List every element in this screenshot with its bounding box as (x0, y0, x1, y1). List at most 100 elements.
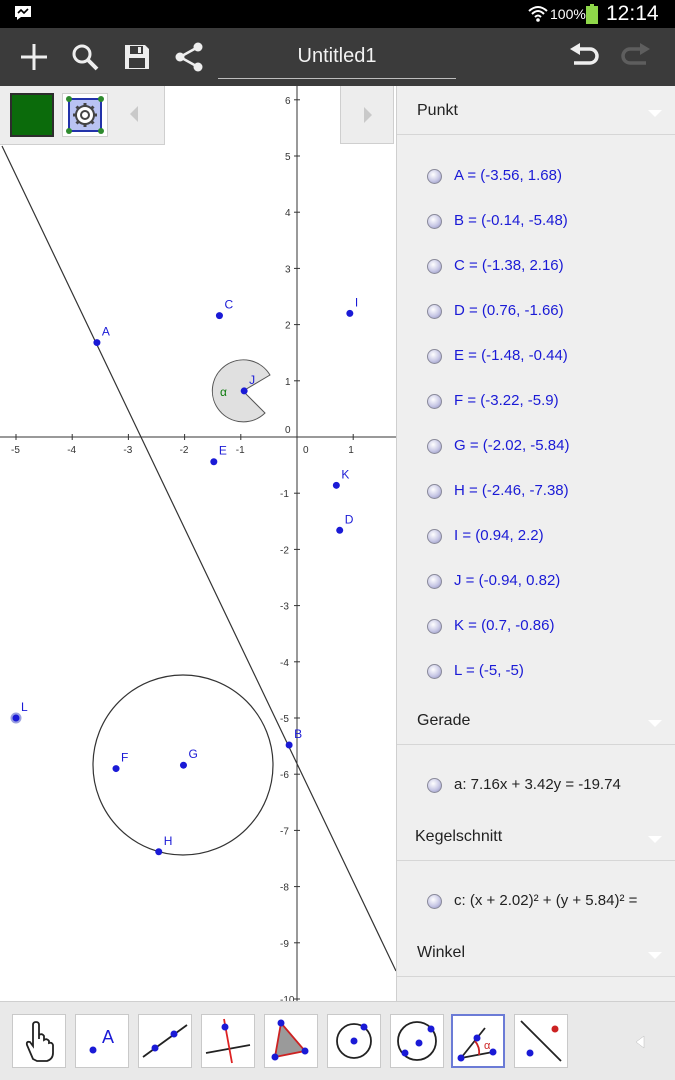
point-definition: C = (-1.38, 2.16) (454, 257, 564, 274)
redo-button[interactable] (615, 36, 657, 78)
visibility-toggle[interactable] (427, 394, 442, 409)
app-toolbar: Untitled1 (0, 28, 675, 86)
visibility-toggle[interactable] (427, 484, 442, 499)
svg-text:α: α (484, 1040, 491, 1052)
list-item-point[interactable]: K = (0.7, -0.86) (397, 605, 675, 649)
x-tick-label: 1 (348, 445, 354, 456)
move-tool[interactable] (12, 1014, 66, 1068)
category-gerade[interactable]: Gerade (397, 700, 675, 745)
perpendicular-line-tool[interactable] (201, 1014, 255, 1068)
category-label: Gerade (417, 712, 471, 729)
category-winkel[interactable]: Winkel (397, 932, 675, 977)
visibility-toggle[interactable] (427, 574, 442, 589)
collapse-stylebar-icon[interactable] (122, 102, 146, 126)
point-marker[interactable] (93, 339, 101, 347)
visibility-toggle[interactable] (427, 664, 442, 679)
search-button[interactable] (64, 36, 106, 78)
category-kegelschnitt[interactable]: Kegelschnitt (397, 816, 675, 861)
list-item-point[interactable]: B = (-0.14, -5.48) (397, 200, 675, 244)
circle-three-points-tool[interactable] (390, 1014, 444, 1068)
point-label: G (188, 747, 197, 761)
list-item-point[interactable]: L = (-5, -5) (397, 650, 675, 694)
algebra-view: Punkt A = (-3.56, 1.68) B = (-0.14, -5.48… (396, 86, 675, 1001)
properties-button[interactable] (62, 93, 108, 137)
list-item-line-a[interactable]: a: 7.16x + 3.42y = -19.74 (397, 764, 675, 808)
color-button[interactable] (10, 93, 54, 137)
point-marker[interactable] (332, 481, 340, 489)
list-item-conic-c[interactable]: c: (x + 2.02)² + (y + 5.84)² = (397, 880, 675, 924)
polygon-tool-icon (271, 1019, 309, 1061)
reflect-tool[interactable] (514, 1014, 568, 1068)
svg-text:A: A (102, 1027, 114, 1047)
points-layer: A B C D E F G H I J K L (10, 295, 358, 856)
line-a[interactable] (1, 145, 396, 972)
chevron-down-icon (648, 110, 662, 117)
point-marker[interactable] (346, 309, 354, 317)
point-marker[interactable] (240, 387, 248, 395)
view-toggle-button[interactable] (340, 86, 394, 144)
point-definition: K = (0.7, -0.86) (454, 617, 555, 634)
list-item-point[interactable]: J = (-0.94, 0.82) (397, 560, 675, 604)
list-item-point[interactable]: D = (0.76, -1.66) (397, 290, 675, 334)
point-marker[interactable] (112, 765, 120, 773)
point-tool[interactable]: A (75, 1014, 129, 1068)
point-definition: J = (-0.94, 0.82) (454, 572, 561, 589)
point-marker[interactable] (215, 312, 223, 320)
visibility-toggle[interactable] (427, 439, 442, 454)
list-item-point[interactable]: A = (-3.56, 1.68) (397, 155, 675, 199)
x-tick-label: -4 (67, 445, 76, 456)
point-definition: E = (-1.48, -0.44) (454, 347, 568, 364)
y-tick-label: -2 (280, 545, 289, 556)
battery-percent: 100% (550, 6, 586, 22)
point-marker[interactable] (179, 761, 187, 769)
collapse-toolbar-icon[interactable] (630, 1032, 650, 1052)
x-tick-label: -2 (180, 445, 189, 456)
polygon-tool[interactable] (264, 1014, 318, 1068)
document-title[interactable]: Untitled1 (218, 42, 456, 79)
visibility-toggle[interactable] (427, 529, 442, 544)
chevron-down-icon (648, 952, 662, 959)
undo-button[interactable] (563, 36, 605, 78)
chevron-down-icon (648, 836, 662, 843)
list-item-point[interactable]: F = (-3.22, -5.9) (397, 380, 675, 424)
point-marker[interactable] (336, 526, 344, 534)
point-label: D (345, 512, 354, 526)
visibility-toggle[interactable] (427, 349, 442, 364)
visibility-toggle[interactable] (427, 259, 442, 274)
y-tick-label: 3 (285, 264, 291, 275)
y-tick-label: 6 (285, 96, 291, 107)
chevron-down-icon (648, 720, 662, 727)
list-item-point[interactable]: E = (-1.48, -0.44) (397, 335, 675, 379)
circle-center-point-tool[interactable] (327, 1014, 381, 1068)
y-tick-label: -9 (280, 939, 289, 950)
add-button[interactable] (13, 36, 55, 78)
point-label: I (355, 295, 358, 309)
line-tool[interactable] (138, 1014, 192, 1068)
list-item-point[interactable]: H = (-2.46, -7.38) (397, 470, 675, 514)
y-tick-label: 1 (285, 377, 291, 388)
visibility-toggle[interactable] (427, 169, 442, 184)
list-item-point[interactable]: G = (-2.02, -5.84) (397, 425, 675, 469)
coordinate-plane[interactable]: -5 -4 -3 -2 -1 0 1 6543210-1-2-3-4-5-6-7-8-9-1… (0, 86, 396, 1001)
graphics-view[interactable]: -5 -4 -3 -2 -1 0 1 6 5 4 3 2 1 0 -1 -2 -3 -4 -5 -6 -7 -8 -9 -1… (0, 86, 396, 1001)
share-button[interactable] (168, 36, 210, 78)
point-definition: F = (-3.22, -5.9) (454, 392, 559, 409)
list-item-point[interactable]: C = (-1.38, 2.16) (397, 245, 675, 289)
point-label: A (102, 325, 110, 339)
save-button[interactable] (116, 36, 158, 78)
visibility-toggle[interactable] (427, 304, 442, 319)
conic-definition: c: (x + 2.02)² + (y + 5.84)² = (454, 892, 638, 909)
point-marker[interactable] (210, 458, 218, 466)
visibility-toggle[interactable] (427, 619, 442, 634)
visibility-toggle[interactable] (427, 214, 442, 229)
battery-icon (586, 4, 598, 24)
x-tick-label: -3 (123, 445, 132, 456)
list-item-point[interactable]: I = (0.94, 2.2) (397, 515, 675, 559)
point-marker[interactable] (285, 741, 293, 749)
point-marker[interactable] (155, 848, 163, 856)
category-punkt[interactable]: Punkt (397, 90, 675, 135)
angle-tool[interactable]: α (451, 1014, 505, 1068)
point-marker[interactable] (10, 712, 22, 724)
visibility-toggle[interactable] (427, 894, 442, 909)
visibility-toggle[interactable] (427, 778, 442, 793)
